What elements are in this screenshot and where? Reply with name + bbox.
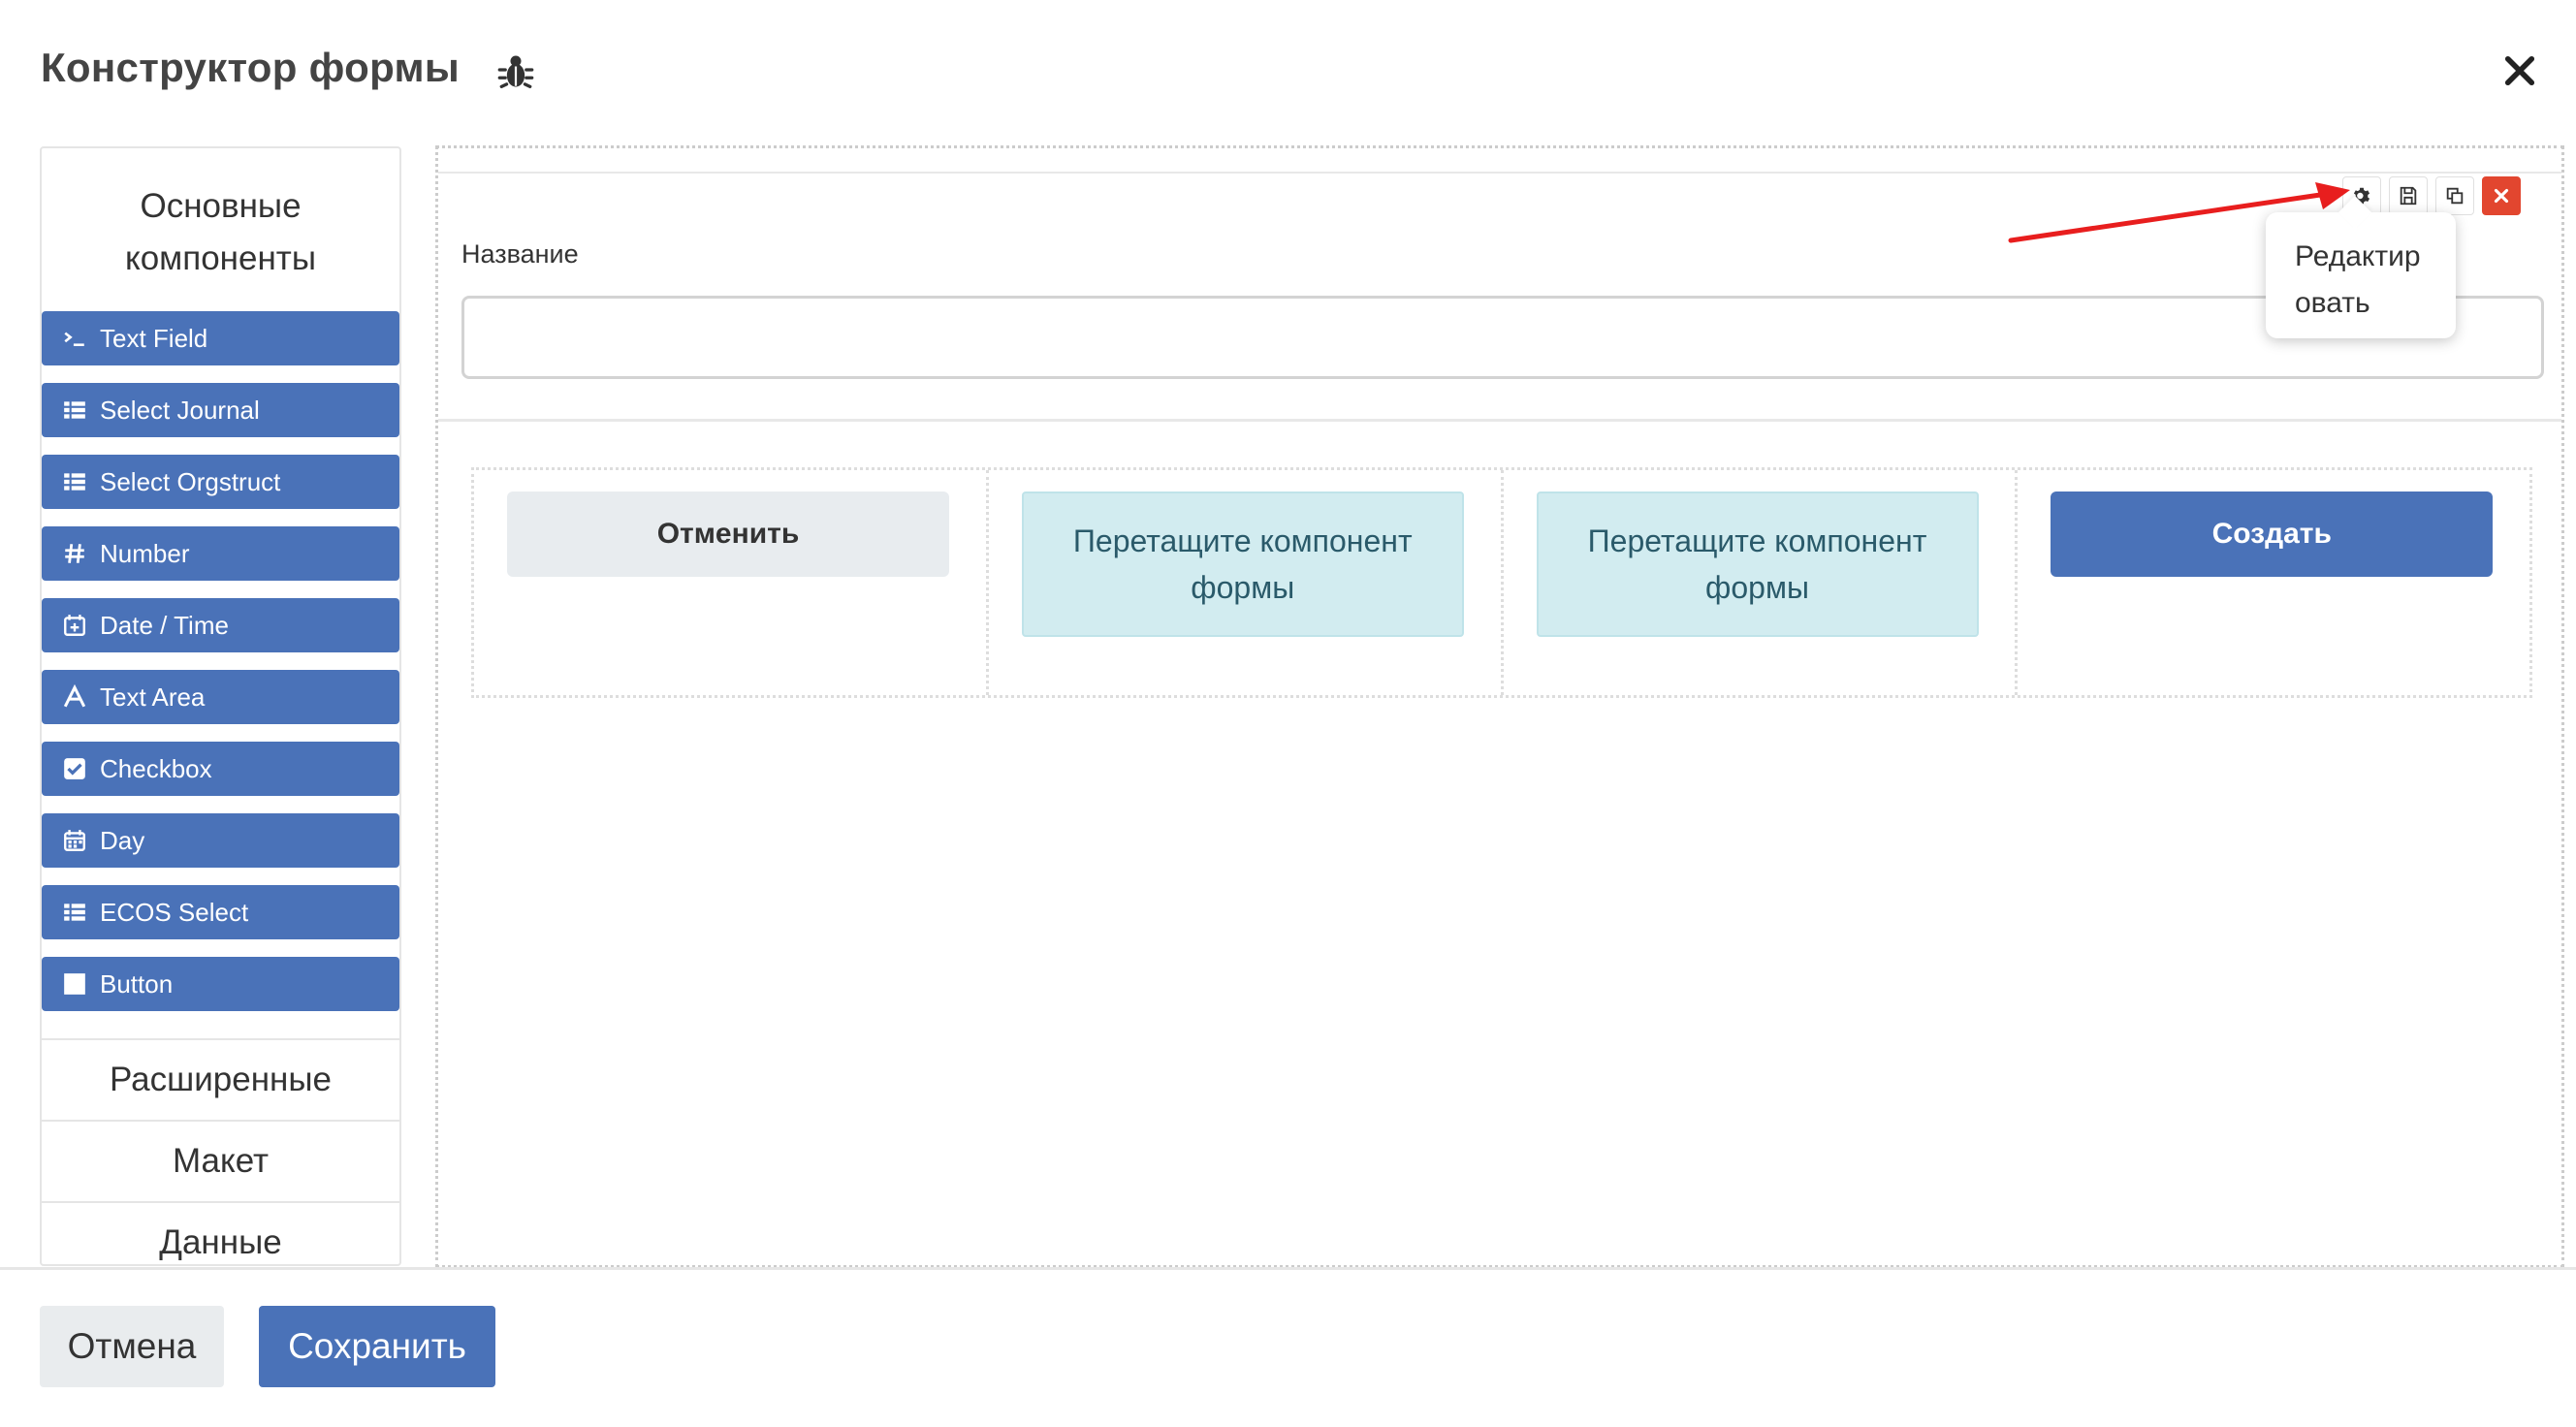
component-button-date-time[interactable]: Date / Time	[42, 598, 399, 652]
component-sidebar: Основные компоненты Text Field Select Jou…	[40, 146, 401, 1266]
table-list-icon	[61, 468, 88, 495]
group-advanced[interactable]: Расширенные	[42, 1038, 399, 1120]
component-button-number[interactable]: Number	[42, 526, 399, 581]
modal-header: Конструктор формы	[0, 0, 2576, 143]
drop-zone[interactable]: Перетащите компонент формы	[1021, 492, 1464, 637]
group-layout[interactable]: Макет	[42, 1120, 399, 1201]
component-label: Text Area	[100, 682, 206, 712]
component-label: Text Field	[100, 323, 208, 353]
modal-footer: Отмена Сохранить	[0, 1267, 2576, 1427]
component-button-text-field[interactable]: Text Field	[42, 311, 399, 365]
modal-title: Конструктор формы	[41, 45, 461, 90]
columns-component: Отменить Перетащите компонент формы Пере…	[471, 467, 2532, 698]
component-button-select-orgstruct[interactable]: Select Orgstruct	[42, 455, 399, 509]
group-data[interactable]: Данные	[42, 1201, 399, 1264]
column-4: Создать	[2018, 470, 2529, 695]
component-button-text-area[interactable]: Text Area	[42, 670, 399, 724]
column-2: Перетащите компонент формы	[989, 470, 1504, 695]
bug-icon[interactable]	[494, 50, 537, 93]
component-label: Day	[100, 825, 145, 855]
component-button-button[interactable]: Button	[42, 957, 399, 1011]
drop-zone[interactable]: Перетащите компонент формы	[1536, 492, 1979, 637]
component-button-checkbox[interactable]: Checkbox	[42, 742, 399, 796]
save-button[interactable]: Сохранить	[259, 1306, 495, 1387]
checkbox-icon	[61, 755, 88, 782]
cancel-button[interactable]: Отмена	[40, 1306, 224, 1387]
group-basic-components[interactable]: Основные компоненты	[42, 148, 399, 311]
edit-tooltip: Редактировать	[2266, 212, 2456, 338]
field-label: Название	[461, 239, 579, 269]
name-input[interactable]	[461, 296, 2544, 379]
component-button-ecos-select[interactable]: ECOS Select	[42, 885, 399, 939]
close-icon[interactable]	[2499, 50, 2540, 91]
component-label: Button	[100, 968, 174, 999]
component-label: Checkbox	[100, 753, 212, 783]
column-3: Перетащите компонент формы	[1504, 470, 2019, 695]
component-label: Number	[100, 538, 190, 568]
basic-component-list: Text Field Select Journal Select Orgstruct…	[42, 311, 399, 1038]
component-label: Date / Time	[100, 610, 229, 640]
square-icon	[61, 970, 88, 998]
component-label: Select Journal	[100, 395, 260, 425]
copy-icon[interactable]	[2435, 176, 2474, 215]
terminal-icon	[61, 325, 88, 352]
form-create-button[interactable]: Создать	[2051, 492, 2494, 577]
font-icon	[61, 683, 88, 711]
table-list-icon	[61, 396, 88, 424]
component-button-select-journal[interactable]: Select Journal	[42, 383, 399, 437]
component-label: ECOS Select	[100, 897, 249, 927]
calendar-icon	[61, 827, 88, 854]
hash-icon	[61, 540, 88, 567]
calendar-plus-icon	[61, 612, 88, 639]
column-1: Отменить	[474, 470, 989, 695]
table-list-icon	[61, 899, 88, 926]
form-builder-canvas: Название	[435, 145, 2564, 1268]
component-label: Select Orgstruct	[100, 466, 281, 496]
save-icon[interactable]	[2389, 176, 2428, 215]
form-cancel-button[interactable]: Отменить	[507, 492, 949, 577]
component-button-day[interactable]: Day	[42, 813, 399, 868]
remove-icon[interactable]	[2482, 176, 2521, 215]
